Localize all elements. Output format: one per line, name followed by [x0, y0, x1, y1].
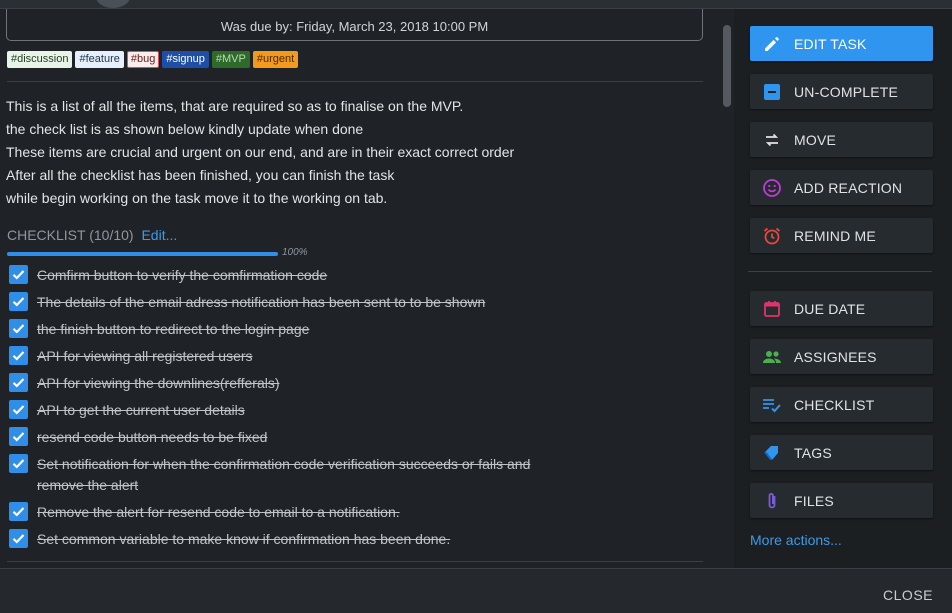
checklist-item: API for viewing the downlines(refferals) [9, 373, 577, 394]
checkbox-checked-icon[interactable] [9, 373, 28, 392]
checkbox-checked-icon[interactable] [9, 400, 28, 419]
checkbox-checked-icon[interactable] [9, 319, 28, 338]
checklist-icon [750, 387, 794, 422]
checklist-progress-fill [7, 252, 278, 256]
checklist-item: Set notification for when the confirmati… [9, 454, 577, 496]
assignees-label: ASSIGNEES [794, 348, 877, 365]
checkbox-checked-icon[interactable] [9, 454, 28, 473]
tag-badge[interactable]: #discussion [7, 51, 73, 68]
tags-label: TAGS [794, 444, 832, 461]
due-date-button[interactable]: DUE DATE [750, 291, 933, 326]
due-date-label: DUE DATE [794, 300, 866, 317]
task-description: This is a list of all the items, that ar… [6, 95, 514, 210]
smiley-icon [750, 170, 794, 205]
checklist-item-text: resend code button needs to be fixed [37, 429, 268, 445]
uncomplete-button[interactable]: UN-COMPLETE [750, 74, 933, 109]
files-button[interactable]: FILES [750, 483, 933, 518]
scrollbar[interactable] [721, 9, 733, 568]
task-detail-panel: Was due by: Friday, March 23, 2018 10:00… [0, 9, 733, 568]
paperclip-icon [750, 483, 794, 518]
divider [7, 81, 703, 82]
alarm-clock-icon [750, 218, 794, 253]
description-line: After all the checklist has been finishe… [6, 167, 395, 183]
description-line: These items are crucial and urgent on ou… [6, 144, 515, 160]
checklist-label: CHECKLIST [794, 396, 875, 413]
move-label: MOVE [794, 131, 837, 148]
checklist-item: Comfirm button to verify the comfirmatio… [9, 265, 577, 286]
description-line: while begin working on the task move it … [6, 190, 388, 206]
uncomplete-label: UN-COMPLETE [794, 83, 899, 100]
people-icon [750, 339, 794, 374]
checklist-item-text: API for viewing the downlines(refferals) [37, 375, 280, 391]
add-reaction-button[interactable]: ADD REACTION [750, 170, 933, 205]
tag-badge[interactable]: #feature [75, 51, 124, 68]
checkbox-checked-icon[interactable] [9, 427, 28, 446]
calendar-icon [750, 291, 794, 326]
tag-badge[interactable]: #MVP [211, 51, 250, 68]
checklist-item-text: Set notification for when the confirmati… [37, 456, 531, 493]
description-line: This is a list of all the items, that ar… [6, 98, 464, 114]
due-text: Was due by: Friday, March 23, 2018 10:00… [220, 19, 489, 34]
checkbox-checked-icon[interactable] [9, 346, 28, 365]
checkbox-checked-icon[interactable] [9, 529, 28, 548]
checklist-item-text: The details of the email adress notifica… [37, 294, 486, 310]
checklist-item-text: the finish button to redirect to the log… [37, 321, 310, 337]
actions-sidebar: EDIT TASK UN-COMPLETE MOVE ADD REACTION … [734, 9, 952, 568]
checklist-progress-bar [7, 252, 278, 256]
due-box: Was due by: Friday, March 23, 2018 10:00… [6, 9, 703, 41]
divider [748, 271, 932, 272]
checklist-item-text: Set common variable to make know if conf… [37, 531, 451, 547]
remind-me-label: REMIND ME [794, 227, 876, 244]
checklist-item: resend code button needs to be fixed [9, 427, 577, 448]
edit-task-label: EDIT TASK [794, 35, 867, 52]
top-strip [0, 0, 952, 9]
checklist-item: API for viewing all registered users [9, 346, 577, 367]
checklist-item: The details of the email adress notifica… [9, 292, 577, 313]
checklist-item: Set common variable to make know if conf… [9, 529, 577, 550]
avatar [96, 0, 130, 8]
description-line: the check list is as shown below kindly … [6, 121, 364, 137]
assignees-button[interactable]: ASSIGNEES [750, 339, 933, 374]
checkbox-checked-icon[interactable] [9, 265, 28, 284]
edit-task-button[interactable]: EDIT TASK [750, 26, 933, 61]
tag-icon [750, 435, 794, 470]
dialog-footer: CLOSE [0, 568, 952, 613]
checklist-button[interactable]: CHECKLIST [750, 387, 933, 422]
more-actions-link[interactable]: More actions... [750, 532, 842, 548]
checklist-header: CHECKLIST (10/10) Edit... [7, 227, 177, 243]
checklist-item-text: Remove the alert for resend code to emai… [37, 504, 400, 520]
tag-list: #discussion #feature #bug #signup #MVP #urgen… [7, 51, 299, 68]
checklist-item-text: API to get the current user details [37, 402, 245, 418]
checkbox-checked-icon[interactable] [9, 502, 28, 521]
checklist-title: CHECKLIST (10/10) [7, 227, 134, 243]
checklist-edit-link[interactable]: Edit... [141, 227, 177, 243]
tag-badge[interactable]: #signup [162, 51, 209, 68]
swap-arrows-icon [750, 122, 794, 157]
remind-me-button[interactable]: REMIND ME [750, 218, 933, 253]
add-reaction-label: ADD REACTION [794, 179, 903, 196]
close-button[interactable]: CLOSE [883, 587, 933, 603]
checklist-item-text: Comfirm button to verify the comfirmatio… [37, 267, 328, 283]
tags-button[interactable]: TAGS [750, 435, 933, 470]
scrollbar-thumb[interactable] [723, 25, 731, 107]
checkbox-checked-icon[interactable] [9, 292, 28, 311]
divider [7, 561, 703, 562]
checklist-item: the finish button to redirect to the log… [9, 319, 577, 340]
tag-badge[interactable]: #bug [126, 51, 160, 68]
minus-box-icon [750, 74, 794, 109]
tag-badge[interactable]: #urgent [252, 51, 299, 68]
checklist-item: API to get the current user details [9, 400, 577, 421]
checklist-item-text: API for viewing all registered users [37, 348, 253, 364]
pencil-icon [750, 26, 794, 61]
files-label: FILES [794, 492, 834, 509]
checklist-item: Remove the alert for resend code to emai… [9, 502, 577, 523]
move-button[interactable]: MOVE [750, 122, 933, 157]
checklist-progress-label: 100% [282, 247, 308, 258]
